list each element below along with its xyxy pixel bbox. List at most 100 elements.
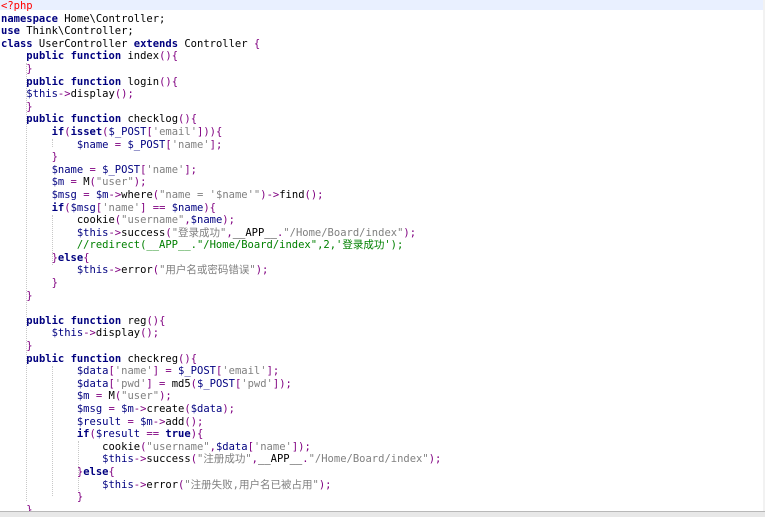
code-token: = [64,176,84,189]
code-line[interactable]: if(isset($_POST['email'])){ [1,126,441,139]
code-token: -> [57,88,71,101]
code-token: (){ [159,75,179,88]
code-line[interactable]: $this->success("登录成功",__APP__."/Home/Boa… [1,227,441,240]
code-line[interactable]: $data['name'] = $_POST['email']; [1,365,441,378]
code-line[interactable]: class UserController extends Controller … [1,38,441,51]
code-line[interactable]: $this->display(); [1,88,441,101]
code-line[interactable]: } [1,151,441,164]
code-line[interactable]: $this->success("注册成功",__APP__."/Home/Boa… [1,453,441,466]
code-token: if [76,428,90,441]
code-token: ]; [184,163,198,176]
code-token: login [121,75,160,88]
code-line[interactable]: if($result == true){ [1,428,441,441]
code-token: <?php [1,0,33,12]
code-line[interactable]: public function login(){ [1,76,441,89]
code-token: -> [108,264,122,277]
code-token: "user" [121,390,160,403]
code-token: (); [140,327,160,340]
code-token: success [146,453,191,466]
code-token: if [51,125,65,138]
code-line[interactable]: $data['pwd'] = md5($_POST['pwd']); [1,378,441,391]
code-token: ); [133,176,147,189]
code-token: } [51,277,58,290]
code-line[interactable]: $result = $m->add(); [1,416,441,429]
code-token: = [76,188,96,201]
code-token: $this [76,264,109,277]
code-line[interactable]: }else{ [1,252,441,265]
code-token: "name = ' [159,188,216,201]
code-line[interactable]: $this->error("注册失败,用户名已被占用"); [1,479,441,492]
code-token: ); [428,453,442,466]
code-line[interactable] [1,302,441,315]
code-line[interactable]: cookie("username",$name); [1,214,441,227]
code-line[interactable]: <?php [1,0,441,13]
code-line[interactable]: public function index(){ [1,50,441,63]
code-line[interactable]: use Think\Controller; [1,25,441,38]
code-token: display [70,88,115,101]
code-token: $this [76,226,109,239]
code-token: 'pwd' [114,377,147,390]
code-line[interactable]: $m = M("user"); [1,390,441,403]
code-line[interactable]: $name = $_POST['name']; [1,139,441,152]
code-line[interactable]: public function reg(){ [1,315,441,328]
code-token: public [26,314,65,327]
code-line[interactable]: }else{ [1,466,441,479]
code-token: ); [222,214,235,227]
code-line[interactable]: //redirect(__APP__."/Home/Board/index",2… [1,239,441,252]
code-token: cookie [76,214,115,227]
code-token: where [121,188,153,201]
code-line[interactable]: namespace Home\Controller; [1,13,441,26]
code-line[interactable]: public function checkreg(){ [1,353,441,366]
code-editor[interactable]: <?php namespace Home\Controller; use Think… [0,0,765,512]
code-token: "注册成功" [197,453,252,466]
code-token: Think\Controller; [19,25,134,38]
code-line[interactable]: } [1,290,441,303]
code-line[interactable]: } [1,277,441,290]
code-token: 'name' [102,201,141,214]
code-line[interactable]: $msg = $m->create($data); [1,403,441,416]
code-line[interactable]: $this->error("用户名或密码错误"); [1,264,441,277]
code-line[interactable]: cookie("username",$data['name']); [1,441,441,454]
code-line[interactable]: $this->display(); [1,327,441,340]
code-token: ] = [152,365,179,378]
code-token: ); [222,403,235,415]
code-token: __APP__ [232,226,277,239]
code-token: )-> [260,188,280,201]
code-line[interactable]: } [1,340,441,353]
code-token: "username" [146,440,210,453]
code-token: UserController [32,37,134,50]
code-token: $name [190,214,223,227]
code-token: = [89,390,109,403]
code-line[interactable]: $msg = $m->where("name = '$name'")->find… [1,189,441,202]
code-token: $this [26,88,58,101]
code-line[interactable]: $name = $_POST['name']; [1,164,441,177]
code-token: extends [133,37,179,50]
code-line[interactable]: } [1,63,441,76]
code-token: == [140,428,166,441]
code-token: "user" [95,176,134,189]
code-line[interactable]: $m = M("user"); [1,176,441,189]
code-token: (); [184,415,204,428]
code-token: "/Home/Board/index" [308,453,429,466]
code-token: } [26,62,33,75]
code-line[interactable]: if($msg['name'] == $name){ [1,202,441,215]
code-token: { [83,251,90,264]
code-token: $data [76,365,109,378]
code-token: function [70,352,122,365]
code-token: } [26,100,33,113]
code-line[interactable]: public function checklog(){ [1,113,441,126]
code-line[interactable]: } [1,491,441,504]
code-token: $data [76,377,109,390]
code-line[interactable]: } [1,101,441,114]
code-token: ]; [266,365,280,378]
